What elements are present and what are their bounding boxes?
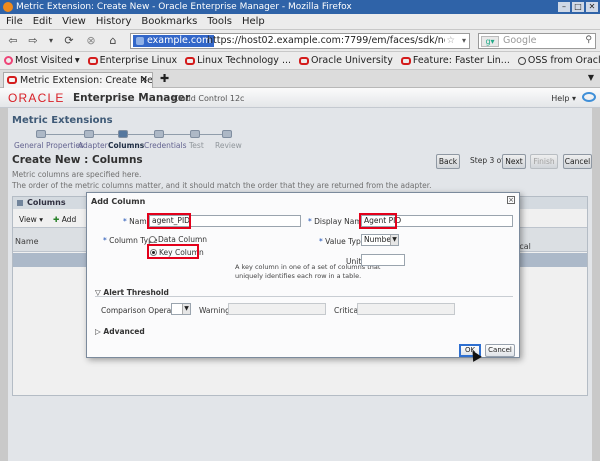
menu-tools[interactable]: Tools — [207, 14, 232, 29]
comparison-operator-select[interactable]: ▼ — [171, 303, 191, 315]
dialog-cancel-button[interactable]: Cancel — [485, 344, 515, 357]
add-column-dialog: Add Column × * Name agent_PID * Display … — [86, 192, 520, 358]
navigation-toolbar: ⇦ ⇨ ▾ ⟳ ⊗ ⌂ example.com https://host02.e… — [0, 30, 600, 52]
divider — [95, 296, 513, 297]
window-titlebar: Metric Extension: Create New - Oracle En… — [0, 0, 600, 14]
value-type-label: * Value Type — [319, 237, 366, 246]
back-arrow-icon[interactable]: ⇦ — [6, 34, 20, 48]
menu-bar: File Edit View History Bookmarks Tools H… — [0, 14, 600, 30]
window-title: Metric Extension: Create New - Oracle En… — [16, 2, 352, 12]
forward-arrow-icon[interactable]: ⇨ — [26, 34, 40, 48]
firefox-icon — [3, 2, 13, 12]
menu-help[interactable]: Help — [242, 14, 265, 29]
search-icon[interactable]: ⚲ — [585, 35, 592, 45]
bookmark-most-visited[interactable]: Most Visited ▾ — [4, 52, 80, 69]
dialog-close-icon[interactable]: × — [507, 196, 515, 204]
help-menu[interactable]: Help ▾ — [551, 94, 576, 103]
search-placeholder: Google — [503, 35, 537, 46]
home-icon[interactable]: ⌂ — [106, 34, 120, 48]
activity-ring-icon — [582, 92, 596, 102]
history-dropdown-icon[interactable]: ▾ — [44, 34, 58, 48]
search-engine-icon[interactable]: g▾ — [481, 36, 499, 47]
unit-label: Unit — [346, 257, 362, 266]
oracle-icon — [185, 56, 196, 65]
oracle-logo: ORACLE — [8, 91, 65, 105]
tab-metric-extension[interactable]: Metric Extension: Create Ne... ✕ — [3, 72, 153, 88]
tab-bar: Metric Extension: Create Ne... ✕ ✚ ▼ — [0, 70, 600, 88]
menu-history[interactable]: History — [96, 14, 132, 29]
stop-icon[interactable]: ⊗ — [84, 34, 98, 48]
value-type-select[interactable]: Number ▼ — [361, 234, 399, 246]
warning-label: Warning — [199, 306, 230, 315]
advanced-toggle[interactable]: ▷ Advanced — [95, 327, 145, 336]
oss-icon — [517, 56, 526, 65]
warning-input — [228, 303, 326, 315]
bookmark-feature-faster-linux[interactable]: Feature: Faster Lin... — [400, 52, 510, 69]
comparison-operator-label: Comparison Operator — [101, 306, 182, 315]
bookmark-enterprise-linux[interactable]: Enterprise Linux — [87, 52, 177, 69]
unit-input[interactable] — [361, 254, 405, 266]
site-identity-domain[interactable]: example.com — [133, 35, 215, 47]
name-highlight-box — [147, 213, 191, 229]
em-header: ORACLE Enterprise Manager Cloud Control … — [0, 88, 600, 108]
product-edition: Cloud Control 12c — [173, 94, 245, 103]
new-tab-icon[interactable]: ✚ — [160, 72, 169, 85]
data-column-option[interactable]: Data Column — [149, 235, 207, 244]
bookmarks-toolbar: Most Visited ▾ Enterprise Linux Linux Tec… — [0, 52, 600, 70]
oracle-icon — [7, 76, 17, 84]
reload-icon[interactable]: ⟳ — [62, 34, 76, 48]
close-tab-icon[interactable]: ✕ — [140, 73, 148, 88]
maximize-button[interactable]: □ — [572, 2, 584, 12]
most-visited-icon — [4, 56, 13, 65]
bookmark-oracle-university[interactable]: Oracle University — [299, 52, 393, 69]
url-dropdown-icon[interactable]: ▾ — [462, 34, 466, 48]
data-column-radio[interactable] — [149, 236, 156, 243]
oracle-icon — [299, 56, 310, 65]
key-column-highlight-box — [147, 244, 199, 259]
search-bar[interactable]: g▾ Google ⚲ — [478, 33, 596, 49]
tab-label: Metric Extension: Create Ne... — [20, 75, 153, 86]
url-text[interactable]: https://host02.example.com:7799/em/faces… — [207, 34, 445, 48]
bookmark-star-icon[interactable]: ☆ — [446, 34, 455, 48]
chevron-down-icon: ▼ — [390, 235, 398, 245]
menu-file[interactable]: File — [6, 14, 23, 29]
bookmark-linux-technology[interactable]: Linux Technology ... — [185, 52, 291, 69]
close-window-button[interactable]: ✕ — [586, 2, 598, 12]
critical-input — [357, 303, 455, 315]
list-all-tabs-icon[interactable]: ▼ — [588, 73, 594, 82]
url-bar[interactable]: example.com https://host02.example.com:7… — [130, 33, 470, 49]
minimize-button[interactable]: – — [558, 2, 570, 12]
oracle-icon — [87, 56, 98, 65]
dialog-title: Add Column — [91, 197, 146, 206]
display-name-label: * Display Name — [308, 217, 367, 226]
display-name-highlight-box — [359, 213, 397, 229]
menu-view[interactable]: View — [62, 14, 86, 29]
menu-edit[interactable]: Edit — [33, 14, 52, 29]
window-controls: – □ ✕ — [558, 2, 598, 12]
menu-bookmarks[interactable]: Bookmarks — [141, 14, 197, 29]
oracle-icon — [400, 56, 411, 65]
chevron-down-icon: ▼ — [182, 304, 190, 314]
bookmark-oss-from-oracle[interactable]: OSS from Oracle — [517, 52, 600, 69]
